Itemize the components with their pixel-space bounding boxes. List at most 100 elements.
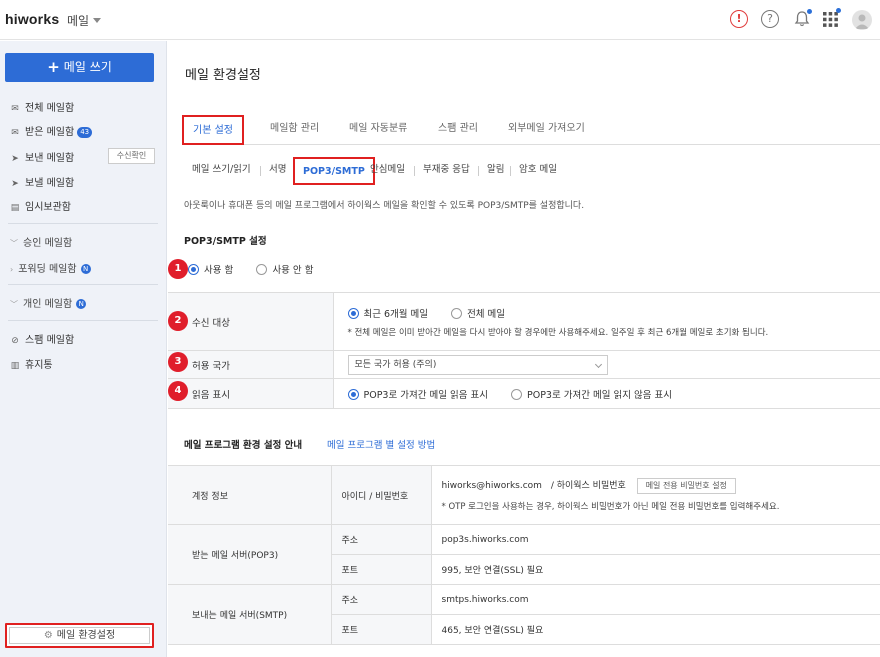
radio-use-off[interactable] (256, 264, 268, 275)
radio-all-mail[interactable] (451, 307, 463, 319)
server-info-table: 계정 정보 아이디 / 비밀번호 hiworks@hiworks.com / 하… (168, 465, 880, 645)
divider (414, 166, 415, 176)
tab-basic-settings[interactable]: 기본 설정 (182, 115, 244, 145)
country-select[interactable]: 모든 국가 허용 (주의) (347, 354, 608, 375)
sidebar-item-scheduled[interactable]: ➤ 보낼 메일함 (10, 174, 74, 192)
divider (510, 166, 511, 176)
sidebar-item-inbox[interactable]: ✉ 받은 메일함 43 (10, 123, 93, 141)
apps-grid-icon[interactable] (823, 8, 841, 27)
row-sublabel: 주소 (331, 524, 432, 555)
help-icon[interactable]: ? (761, 10, 779, 28)
sidebar-group-personal[interactable]: ﹀ 개인 메일함 N (10, 295, 87, 310)
subtab-signature[interactable]: 서명 (269, 157, 286, 185)
row-sublabel: 주소 (331, 584, 432, 615)
main-content: 메일 환경설정 기본 설정 메일함 관리 메일 자동분류 스팸 관리 외부메일 … (168, 41, 880, 657)
subtab-pop3-smtp[interactable]: POP3/SMTP (293, 157, 375, 185)
radio-label: 사용 안 함 (272, 265, 314, 276)
sidebar-item-label: 휴지통 (25, 360, 53, 371)
sidebar-item-trash[interactable]: ▥ 휴지통 (10, 356, 53, 374)
tab-spam-management[interactable]: 스팸 관리 (438, 115, 478, 145)
chevron-down-icon (594, 360, 602, 368)
tab-auto-sort[interactable]: 메일 자동분류 (349, 115, 407, 145)
pop3-description: 아웃룩이나 휴대폰 등의 메일 프로그램에서 하이웍스 메일을 확인할 수 있도… (184, 201, 585, 211)
scheduled-send-icon: ➤ (11, 179, 19, 189)
tab-external-mail[interactable]: 외부메일 가져오기 (508, 115, 585, 145)
group-label: 승인 메일함 (23, 238, 73, 249)
sidebar-group-forwarding[interactable]: › 포워딩 메일함 N (10, 260, 91, 275)
marker-3: 3 (168, 352, 188, 372)
smtp-port: 465, 보안 연결(SSL) 필요 (431, 614, 880, 645)
radio-mark-read[interactable] (347, 388, 359, 400)
sidebar-item-label: 스팸 메일함 (25, 335, 75, 346)
row-sublabel: 포트 (331, 614, 432, 645)
guide-link[interactable]: 메일 프로그램 별 설정 방법 (327, 437, 435, 451)
chevron-down-icon: ﹀ (10, 300, 18, 309)
row-smtp-address: 보내는 메일 서버(SMTP) 주소 smtps.hiworks.com (168, 584, 880, 645)
envelope-icon: ✉ (11, 104, 19, 114)
marker-2: 2 (168, 311, 188, 331)
row-label: 보내는 메일 서버(SMTP) (168, 584, 332, 645)
divider (478, 166, 479, 176)
row-label: 수신 대상 (168, 292, 334, 351)
sidebar-item-drafts[interactable]: ▤ 임시보관함 (10, 198, 71, 216)
row-label: 받는 메일 서버(POP3) (168, 524, 332, 585)
marker-4: 4 (168, 381, 188, 401)
page-title: 메일 환경설정 (185, 68, 261, 83)
subtab-encrypted-mail[interactable]: 암호 메일 (519, 157, 557, 185)
tab-mailbox-management[interactable]: 메일함 관리 (270, 115, 319, 145)
pop3-port: 995, 보안 연결(SSL) 필요 (431, 554, 880, 585)
radio-use-on[interactable] (188, 264, 199, 275)
write-mail-button[interactable]: + 메일 쓰기 (5, 53, 154, 82)
account-password: / 하이웍스 비밀번호 (550, 481, 626, 491)
sidebar: + 메일 쓰기 ✉ 전체 메일함 ✉ 받은 메일함 43 ➤ 보낸 메일함 수신확인 ➤ 보… (0, 41, 167, 657)
sidebar-item-sent[interactable]: ➤ 보낸 메일함 (10, 149, 74, 167)
row-account: 계정 정보 아이디 / 비밀번호 hiworks@hiworks.com / 하… (168, 465, 880, 525)
subtab-notifications[interactable]: 알림 (487, 157, 504, 185)
radio-label: 전체 메일 (467, 308, 506, 320)
row-label: 허용 국가 (168, 350, 334, 379)
row-pop3-address: 받는 메일 서버(POP3) 주소 pop3s.hiworks.com (168, 524, 880, 585)
row-value: POP3로 가져간 메일 읽음 표시 POP3로 가져간 메일 읽지 않음 표시 (333, 378, 880, 409)
subtab-away-reply[interactable]: 부재중 응답 (423, 157, 470, 185)
sidebar-item-label: 임시보관함 (25, 202, 71, 213)
app-switcher[interactable]: 메일 (67, 12, 102, 29)
sidebar-group-approval[interactable]: ﹀ 승인 메일함 (10, 234, 72, 249)
subtab-write-read[interactable]: 메일 쓰기/읽기 (192, 157, 251, 185)
section-title: POP3/SMTP 설정 (184, 236, 267, 247)
divider (260, 166, 261, 176)
use-radio-group: 사용 함 사용 안 함 (188, 262, 333, 276)
read-receipt-button[interactable]: 수신확인 (108, 148, 155, 164)
sidebar-item-spam[interactable]: ⊘ 스팸 메일함 (10, 331, 74, 349)
chevron-right-icon: › (10, 265, 14, 274)
radio-mark-unread[interactable] (511, 388, 522, 400)
draft-icon: ▤ (10, 203, 20, 213)
pop3-address: pop3s.hiworks.com (431, 524, 880, 555)
mail-password-button[interactable]: 메일 전용 비밀번호 설정 (636, 478, 736, 494)
row-receive-target: 수신 대상 최근 6개월 메일 전체 메일 * 전체 메일은 이미 받아간 메일… (168, 292, 880, 351)
sidebar-item-all-mail[interactable]: ✉ 전체 메일함 (10, 99, 74, 117)
alert-icon[interactable]: ! (730, 10, 748, 28)
row-sublabel: 포트 (331, 554, 432, 585)
radio-label: POP3로 가져간 메일 읽음 표시 (363, 389, 488, 401)
bell-icon[interactable] (793, 9, 812, 28)
row-read-mark: 읽음 표시 POP3로 가져간 메일 읽음 표시 POP3로 가져간 메일 읽지… (168, 378, 880, 409)
app-name: 메일 (67, 14, 90, 28)
send-icon: ➤ (11, 154, 19, 164)
user-avatar-icon[interactable] (852, 10, 872, 30)
unread-badge: 43 (77, 127, 93, 138)
mail-settings-button[interactable]: ⚙ 메일 환경설정 (5, 623, 154, 648)
group-label: 포워딩 메일함 (18, 264, 77, 275)
new-badge: N (76, 299, 87, 309)
divider (8, 223, 158, 224)
radio-recent-6-months[interactable] (347, 307, 359, 319)
pop3-settings-table: 수신 대상 최근 6개월 메일 전체 메일 * 전체 메일은 이미 받아간 메일… (168, 292, 880, 409)
row-label: 읽음 표시 (168, 378, 334, 409)
radio-label: 사용 함 (204, 265, 234, 276)
brand-logo[interactable]: hiworks (5, 11, 59, 27)
marker-1: 1 (168, 259, 188, 279)
new-badge: N (80, 264, 91, 274)
subtab-safe-mail[interactable]: 안심메일 (370, 157, 405, 185)
settings-tabs: 기본 설정 메일함 관리 메일 자동분류 스팸 관리 외부메일 가져오기 (182, 115, 880, 145)
gear-icon: ⚙ (43, 630, 53, 641)
chevron-down-icon: ﹀ (10, 239, 18, 248)
